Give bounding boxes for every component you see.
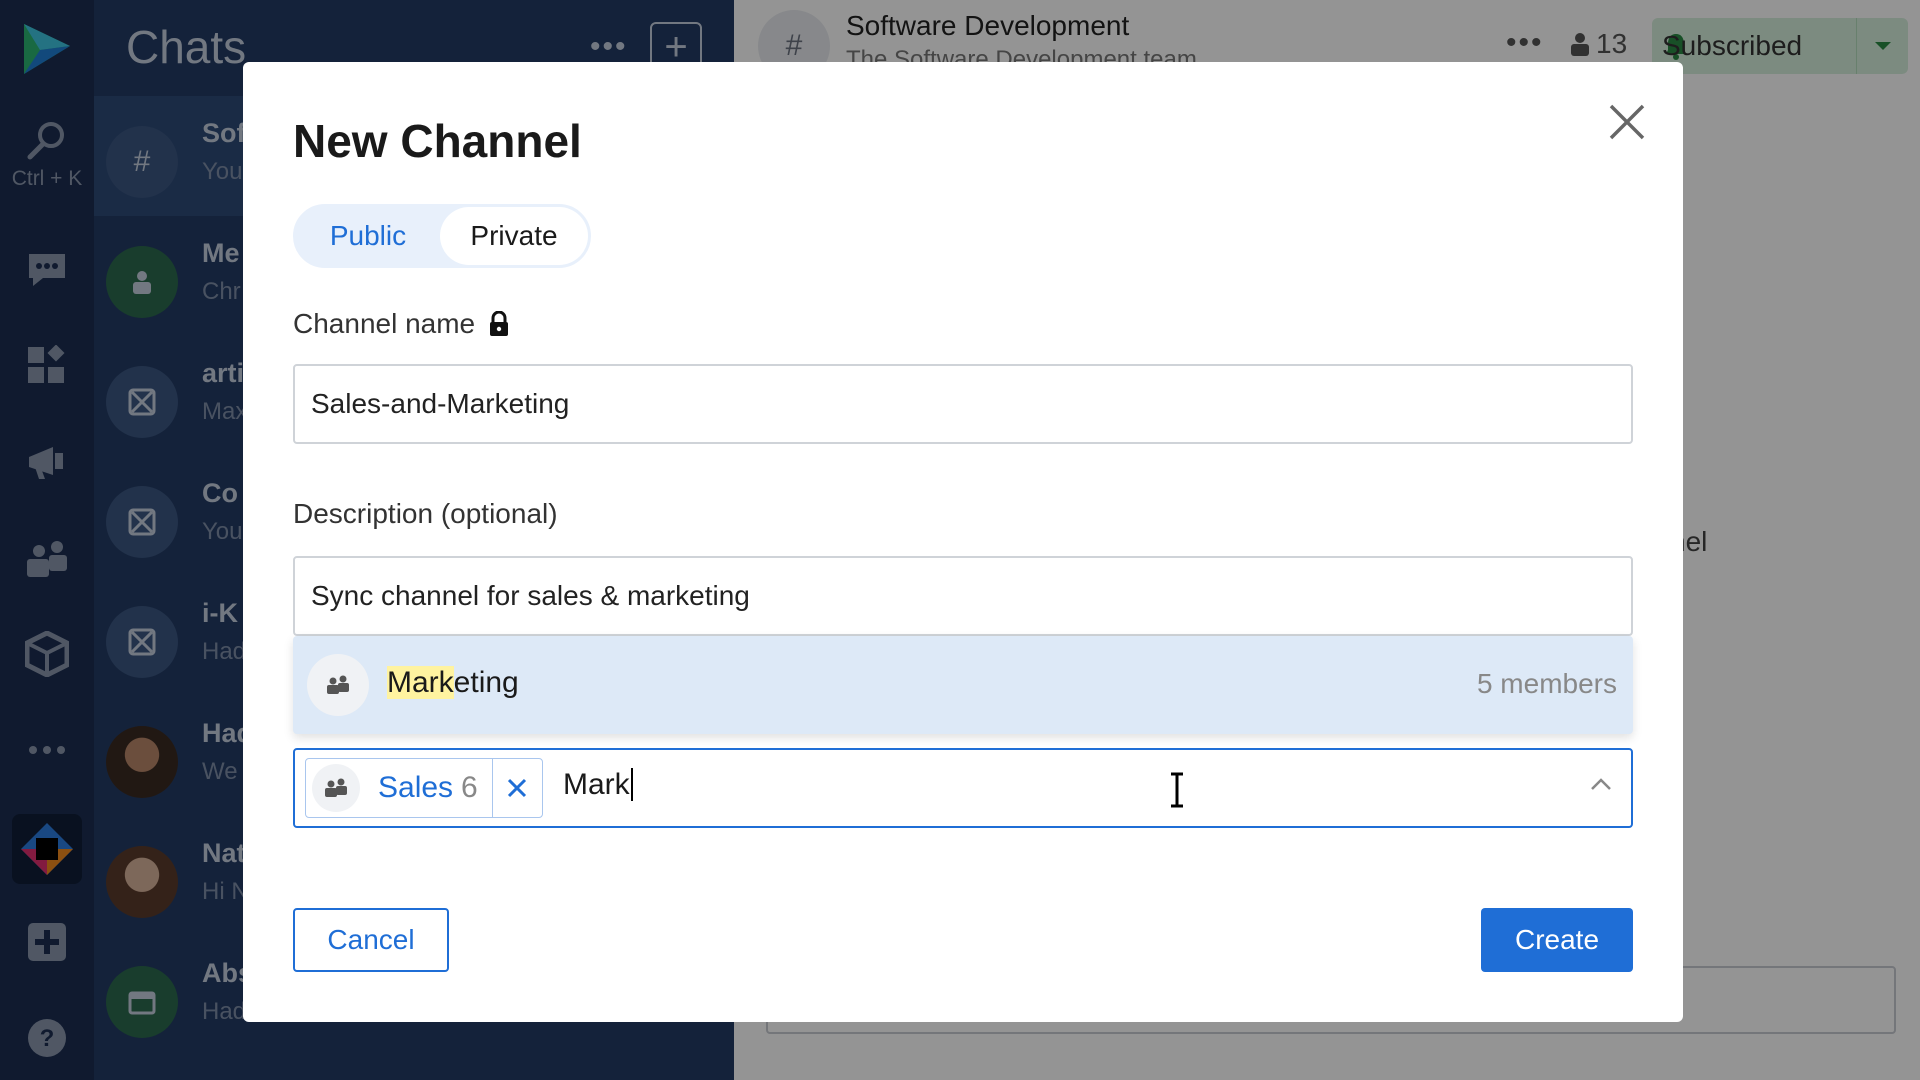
channel-name-label-row: Channel name <box>293 308 509 340</box>
chip-body[interactable]: Sales 6 <box>306 759 492 817</box>
team-icon <box>312 764 360 812</box>
new-channel-dialog: New Channel Public Private Channel name … <box>243 62 1683 1022</box>
app-window: Ctrl + K ? Chats ••• + # Sof You Me Chr … <box>0 0 1920 1080</box>
team-search-input[interactable]: Mark <box>563 768 633 802</box>
option-name-rest: eting <box>453 666 519 699</box>
option-member-count: 5 members <box>1476 668 1617 699</box>
close-icon <box>1609 104 1645 140</box>
cancel-button[interactable]: Cancel <box>293 908 449 972</box>
team-icon <box>307 654 369 716</box>
public-option[interactable]: Public <box>296 207 440 265</box>
channel-name-field[interactable]: Sales-and-Marketing <box>293 364 1633 444</box>
match-highlight: Mark <box>387 666 454 699</box>
create-button[interactable]: Create <box>1481 908 1633 972</box>
chip-count: 6 <box>461 771 478 804</box>
channel-name-label: Channel name <box>293 308 476 339</box>
visibility-toggle: Public Private <box>293 204 591 268</box>
dialog-title: New Channel <box>293 115 582 167</box>
lock-icon <box>490 311 509 336</box>
close-icon <box>508 778 527 798</box>
dropdown-option-marketing[interactable]: Marketing 5 members <box>293 636 1633 734</box>
description-field[interactable]: Sync channel for sales & marketing <box>293 556 1633 636</box>
chevron-up-icon[interactable] <box>1589 776 1613 792</box>
private-option[interactable]: Private <box>440 207 588 265</box>
text-cursor-icon <box>1171 772 1183 808</box>
remove-chip-button[interactable] <box>491 759 542 817</box>
close-button[interactable] <box>1603 98 1651 146</box>
description-label: Description (optional) <box>293 498 558 529</box>
team-select-field[interactable]: Sales 6 Mark <box>293 748 1633 828</box>
search-text: Mark <box>563 768 630 801</box>
selected-team-chip: Sales 6 <box>305 758 543 818</box>
option-name: Marketing <box>387 666 519 700</box>
text-caret <box>630 768 633 801</box>
chip-name: Sales <box>378 771 454 804</box>
